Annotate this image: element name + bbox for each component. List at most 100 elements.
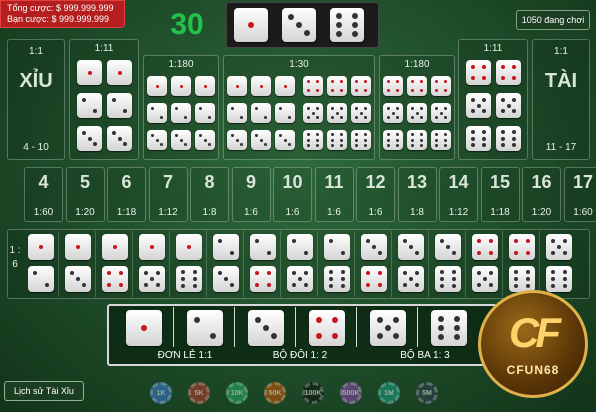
sum-ratio: 1:60	[573, 207, 593, 218]
sum-ratio: 1:12	[158, 207, 178, 218]
chip-50k[interactable]: 50K	[264, 382, 286, 404]
any-triple-die-4	[303, 76, 323, 96]
sum-ratio: 1:6	[285, 207, 300, 218]
sum-ratio: 1:6	[244, 207, 258, 218]
bet-type-face-3[interactable]	[238, 307, 296, 347]
sum-ratio: 1:60	[33, 207, 54, 218]
sum-number: 12	[365, 172, 386, 192]
combo-bet-4-6[interactable]	[504, 231, 540, 297]
sum-bet-5[interactable]: 5 1:20	[65, 167, 105, 222]
chip-10k[interactable]: 10K	[226, 382, 248, 404]
bet-type-die-6	[431, 310, 467, 346]
triple-die-5	[407, 103, 427, 123]
sum-bet-11[interactable]: 11 1:6	[314, 167, 354, 222]
any-triple-die-2	[275, 103, 295, 123]
sum-number: 5	[79, 172, 90, 192]
any-triple-die-6	[327, 130, 347, 150]
chip-1k[interactable]: 1K	[150, 382, 172, 404]
combo-bet-2-3[interactable]	[208, 231, 244, 297]
sum-bet-13[interactable]: 13 1:8	[397, 167, 437, 222]
triple-die-1	[171, 76, 191, 96]
sum-number: 10	[282, 172, 303, 192]
combo-bet-4-5[interactable]	[467, 231, 503, 297]
combo-bet-3-4[interactable]	[356, 231, 392, 297]
combo-bet-5-6[interactable]	[541, 231, 577, 297]
triple-die-4	[383, 76, 403, 96]
pairs-right-area[interactable]: 1:11	[458, 39, 528, 160]
sum-ratio: 1:8	[202, 207, 217, 218]
history-button[interactable]: Lịch sử Tài Xỉu	[4, 381, 84, 401]
chip-500k[interactable]: 500K	[340, 382, 362, 404]
triple-die-5	[383, 103, 403, 123]
xiu-ratio: 1:1	[29, 46, 43, 57]
triple-die-1	[195, 76, 215, 96]
bet-type-face-1[interactable]	[116, 307, 174, 347]
sum-ratio: 1:8	[410, 207, 424, 218]
combo-bet-2-5[interactable]	[282, 231, 318, 297]
result-die	[234, 8, 268, 42]
any-triple-die-2	[227, 103, 247, 123]
combo-die-5	[472, 266, 498, 292]
combo-die-3	[435, 234, 461, 260]
combo-die-2	[213, 234, 239, 260]
sum-bet-10[interactable]: 10 1:6	[273, 167, 312, 222]
total-bet-label: Tổng cược: $ 999.999.999	[7, 3, 114, 13]
sum-ratio: 1:20	[531, 207, 552, 218]
sum-ratio: 1:6	[327, 207, 341, 218]
sum-bet-6[interactable]: 6 1:18	[107, 167, 146, 222]
chip-100k[interactable]: 100K	[302, 382, 324, 404]
chip-1m[interactable]: 1M	[378, 382, 400, 404]
chip-5k[interactable]: 5K	[188, 382, 210, 404]
combo-die-4	[509, 234, 535, 260]
combo-bet-1-5[interactable]	[134, 231, 170, 297]
sum-number: 15	[489, 172, 511, 192]
triples-left-area[interactable]: 1:180	[143, 55, 219, 160]
bet-type-face-4[interactable]	[299, 307, 357, 347]
combo-bet-3-6[interactable]	[430, 231, 466, 297]
combo-die-1	[139, 234, 165, 260]
sum-bet-9[interactable]: 9 1:6	[231, 167, 271, 222]
tai-bet-area[interactable]: 1:1 TÀI 11 - 17	[532, 39, 590, 160]
combo-bet-1-4[interactable]	[97, 231, 133, 297]
combo-die-6	[509, 266, 535, 292]
combo-bet-2-4[interactable]	[245, 231, 281, 297]
combo-die-3	[65, 266, 91, 292]
sum-bet-16[interactable]: 16 1:20	[522, 167, 561, 222]
pair-bet-label: BỘ ĐÔI 1: 2	[272, 350, 328, 361]
any-triple-area[interactable]: 1:30	[223, 55, 375, 160]
sum-bet-8[interactable]: 8 1:8	[190, 167, 229, 222]
any-triple-die-3	[275, 130, 295, 150]
chip-5m[interactable]: 5M	[416, 382, 438, 404]
pairs-left-area[interactable]: 1:11	[69, 39, 139, 160]
any-triple-die-5	[327, 103, 347, 123]
pair-die-2	[107, 93, 132, 118]
sum-bet-15[interactable]: 15 1:18	[480, 167, 520, 222]
combo-bet-1-3[interactable]	[60, 231, 96, 297]
sum-number: 13	[406, 172, 428, 192]
xiu-bet-area[interactable]: 1:1 XỈU 4 - 10	[7, 39, 65, 160]
triples-right-area[interactable]: 1:180	[379, 55, 455, 160]
triple-bet-label: BỘ BA 1: 3	[400, 350, 450, 361]
bet-type-face-6[interactable]	[421, 307, 479, 347]
combo-die-4	[102, 266, 128, 292]
combo-die-2	[287, 234, 313, 260]
sum-bet-14[interactable]: 14 1:12	[439, 167, 478, 222]
sum-bet-7[interactable]: 7 1:12	[148, 167, 188, 222]
sum-bet-17[interactable]: 17 1:60	[563, 167, 596, 222]
triple-die-3	[195, 130, 215, 150]
triple-die-1	[147, 76, 167, 96]
combo-die-6	[546, 266, 572, 292]
sum-bet-4[interactable]: 4 1:60	[24, 167, 63, 222]
sum-bet-12[interactable]: 12 1:6	[356, 167, 395, 222]
combo-die-6	[435, 266, 461, 292]
combo-die-2	[28, 266, 54, 292]
combo-bet-3-5[interactable]	[393, 231, 429, 297]
triple-die-2	[147, 103, 167, 123]
combo-bet-1-6[interactable]	[171, 231, 207, 297]
combo-bet-2-6[interactable]	[319, 231, 355, 297]
bet-type-face-2[interactable]	[177, 307, 235, 347]
combo-bet-1-2[interactable]	[23, 231, 59, 297]
bet-type-face-5[interactable]	[360, 307, 418, 347]
pair-die-5	[466, 93, 491, 118]
logo-mark: CF	[509, 309, 561, 356]
